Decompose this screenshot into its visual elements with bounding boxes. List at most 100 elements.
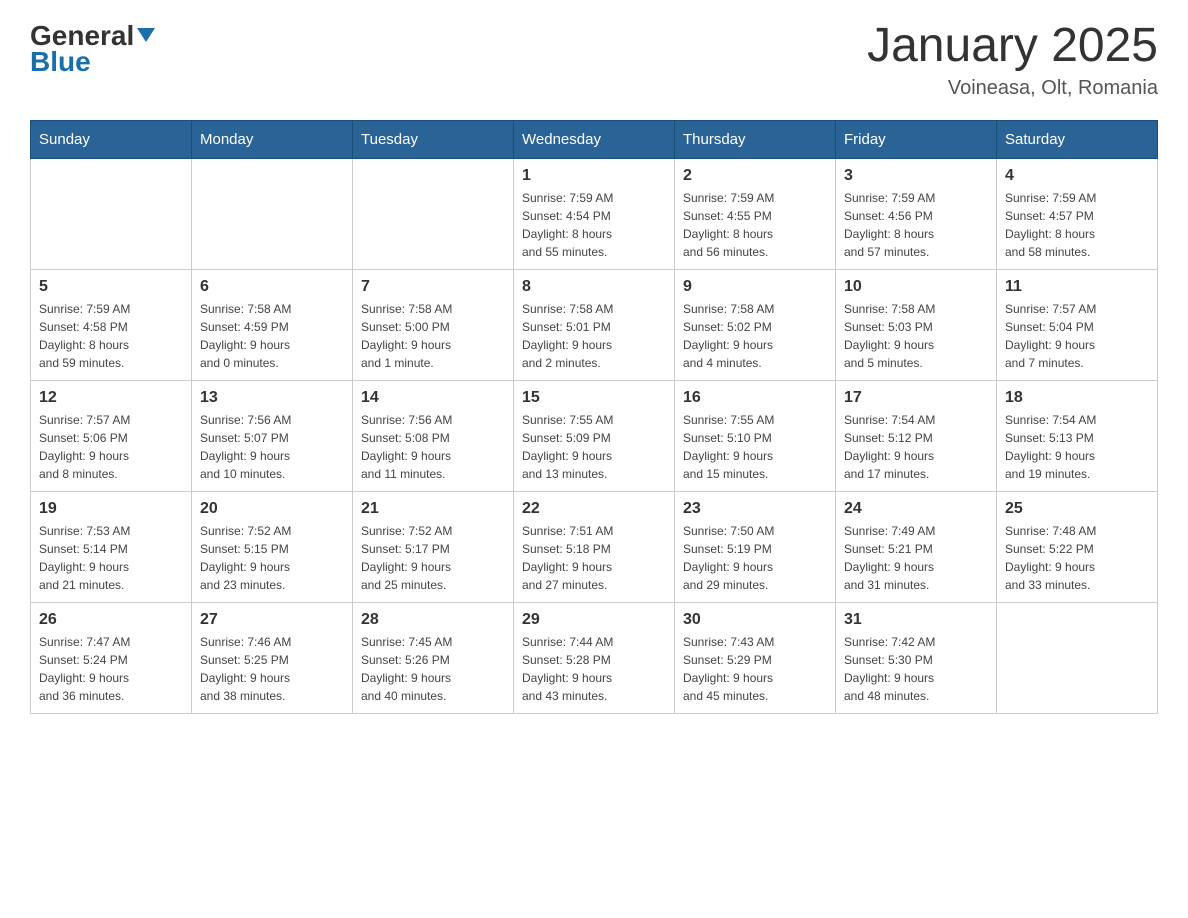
day-info: Sunrise: 7:55 AM Sunset: 5:09 PM Dayligh… <box>522 411 666 483</box>
day-number: 13 <box>200 389 344 407</box>
day-number: 23 <box>683 500 827 518</box>
table-row: 18Sunrise: 7:54 AM Sunset: 5:13 PM Dayli… <box>997 380 1158 491</box>
weekday-header-row: SundayMondayTuesdayWednesdayThursdayFrid… <box>31 120 1158 158</box>
calendar-week-2: 5 Sunrise: 7:59 AM Sunset: 4:58 PM Daylig… <box>31 269 1158 380</box>
table-row: 27 Sunrise: 7:46 AM Sunset: 5:25 PM Dayli… <box>192 602 353 713</box>
day-number: 25 <box>1005 500 1149 518</box>
day-info: Sunrise: 7:45 AM Sunset: 5:26 PM Dayligh… <box>361 633 505 705</box>
table-row: 7 Sunrise: 7:58 AM Sunset: 5:00 PM Daylig… <box>353 269 514 380</box>
title-section: January 2025 Voineasa, Olt, Romania <box>867 20 1158 100</box>
logo-triangle-icon <box>137 28 155 42</box>
day-info: Sunrise: 7:53 AM Sunset: 5:14 PM Dayligh… <box>39 522 183 594</box>
day-number: 22 <box>522 500 666 518</box>
day-info: Sunrise: 7:58 AM Sunset: 5:03 PM Dayligh… <box>844 300 988 372</box>
table-row: 9 Sunrise: 7:58 AM Sunset: 5:02 PM Daylig… <box>675 269 836 380</box>
day-number: 20 <box>200 500 344 518</box>
day-info: Sunrise: 7:59 AM Sunset: 4:54 PM Dayligh… <box>522 189 666 261</box>
page-header: General Blue January 2025 Voineasa, Olt,… <box>30 20 1158 100</box>
day-number: 1 <box>522 167 666 185</box>
day-number: 31 <box>844 611 988 629</box>
table-row: 11Sunrise: 7:57 AM Sunset: 5:04 PM Dayli… <box>997 269 1158 380</box>
table-row: 12Sunrise: 7:57 AM Sunset: 5:06 PM Dayli… <box>31 380 192 491</box>
day-info: Sunrise: 7:58 AM Sunset: 5:02 PM Dayligh… <box>683 300 827 372</box>
table-row: 8 Sunrise: 7:58 AM Sunset: 5:01 PM Daylig… <box>514 269 675 380</box>
table-row: 13 Sunrise: 7:56 AM Sunset: 5:07 PM Dayli… <box>192 380 353 491</box>
weekday-header-monday: Monday <box>192 120 353 158</box>
day-info: Sunrise: 7:57 AM Sunset: 5:06 PM Dayligh… <box>39 411 183 483</box>
table-row: 20Sunrise: 7:52 AM Sunset: 5:15 PM Dayli… <box>192 491 353 602</box>
weekday-header-friday: Friday <box>836 120 997 158</box>
table-row: 30Sunrise: 7:43 AM Sunset: 5:29 PM Dayli… <box>675 602 836 713</box>
day-number: 10 <box>844 278 988 296</box>
day-info: Sunrise: 7:51 AM Sunset: 5:18 PM Dayligh… <box>522 522 666 594</box>
day-number: 15 <box>522 389 666 407</box>
table-row: 5 Sunrise: 7:59 AM Sunset: 4:58 PM Daylig… <box>31 269 192 380</box>
day-info: Sunrise: 7:46 AM Sunset: 5:25 PM Dayligh… <box>200 633 344 705</box>
day-info: Sunrise: 7:47 AM Sunset: 5:24 PM Dayligh… <box>39 633 183 705</box>
day-info: Sunrise: 7:44 AM Sunset: 5:28 PM Dayligh… <box>522 633 666 705</box>
table-row: 31 Sunrise: 7:42 AM Sunset: 5:30 PM Dayli… <box>836 602 997 713</box>
calendar-table: SundayMondayTuesdayWednesdayThursdayFrid… <box>30 120 1158 714</box>
weekday-header-thursday: Thursday <box>675 120 836 158</box>
table-row: 28 Sunrise: 7:45 AM Sunset: 5:26 PM Dayli… <box>353 602 514 713</box>
calendar-week-1: 1 Sunrise: 7:59 AM Sunset: 4:54 PM Daylig… <box>31 158 1158 269</box>
day-number: 8 <box>522 278 666 296</box>
table-row: 6 Sunrise: 7:58 AM Sunset: 4:59 PM Daylig… <box>192 269 353 380</box>
calendar-week-5: 26 Sunrise: 7:47 AM Sunset: 5:24 PM Dayli… <box>31 602 1158 713</box>
table-row: 16 Sunrise: 7:55 AM Sunset: 5:10 PM Dayli… <box>675 380 836 491</box>
day-info: Sunrise: 7:56 AM Sunset: 5:08 PM Dayligh… <box>361 411 505 483</box>
table-row: 22 Sunrise: 7:51 AM Sunset: 5:18 PM Dayli… <box>514 491 675 602</box>
calendar-subtitle: Voineasa, Olt, Romania <box>867 77 1158 100</box>
day-number: 5 <box>39 278 183 296</box>
day-number: 28 <box>361 611 505 629</box>
day-info: Sunrise: 7:59 AM Sunset: 4:57 PM Dayligh… <box>1005 189 1149 261</box>
table-row: 4Sunrise: 7:59 AM Sunset: 4:57 PM Daylig… <box>997 158 1158 269</box>
day-info: Sunrise: 7:58 AM Sunset: 5:01 PM Dayligh… <box>522 300 666 372</box>
table-row: 19Sunrise: 7:53 AM Sunset: 5:14 PM Dayli… <box>31 491 192 602</box>
weekday-header-sunday: Sunday <box>31 120 192 158</box>
day-info: Sunrise: 7:42 AM Sunset: 5:30 PM Dayligh… <box>844 633 988 705</box>
day-number: 29 <box>522 611 666 629</box>
calendar-week-3: 12Sunrise: 7:57 AM Sunset: 5:06 PM Dayli… <box>31 380 1158 491</box>
day-number: 30 <box>683 611 827 629</box>
calendar-title: January 2025 <box>867 20 1158 73</box>
day-info: Sunrise: 7:54 AM Sunset: 5:12 PM Dayligh… <box>844 411 988 483</box>
day-number: 7 <box>361 278 505 296</box>
table-row: 2Sunrise: 7:59 AM Sunset: 4:55 PM Daylig… <box>675 158 836 269</box>
day-number: 14 <box>361 389 505 407</box>
table-row <box>353 158 514 269</box>
day-info: Sunrise: 7:59 AM Sunset: 4:56 PM Dayligh… <box>844 189 988 261</box>
table-row: 29 Sunrise: 7:44 AM Sunset: 5:28 PM Dayli… <box>514 602 675 713</box>
day-number: 11 <box>1005 278 1149 296</box>
calendar-week-4: 19Sunrise: 7:53 AM Sunset: 5:14 PM Dayli… <box>31 491 1158 602</box>
logo: General Blue <box>30 20 155 78</box>
day-number: 16 <box>683 389 827 407</box>
weekday-header-wednesday: Wednesday <box>514 120 675 158</box>
table-row: 25 Sunrise: 7:48 AM Sunset: 5:22 PM Dayli… <box>997 491 1158 602</box>
day-info: Sunrise: 7:59 AM Sunset: 4:58 PM Dayligh… <box>39 300 183 372</box>
logo-blue-text: Blue <box>30 46 155 78</box>
day-info: Sunrise: 7:56 AM Sunset: 5:07 PM Dayligh… <box>200 411 344 483</box>
day-info: Sunrise: 7:49 AM Sunset: 5:21 PM Dayligh… <box>844 522 988 594</box>
table-row <box>997 602 1158 713</box>
table-row: 23 Sunrise: 7:50 AM Sunset: 5:19 PM Dayli… <box>675 491 836 602</box>
day-number: 26 <box>39 611 183 629</box>
table-row: 17Sunrise: 7:54 AM Sunset: 5:12 PM Dayli… <box>836 380 997 491</box>
day-info: Sunrise: 7:58 AM Sunset: 5:00 PM Dayligh… <box>361 300 505 372</box>
day-info: Sunrise: 7:58 AM Sunset: 4:59 PM Dayligh… <box>200 300 344 372</box>
weekday-header-saturday: Saturday <box>997 120 1158 158</box>
day-info: Sunrise: 7:54 AM Sunset: 5:13 PM Dayligh… <box>1005 411 1149 483</box>
day-number: 6 <box>200 278 344 296</box>
table-row: 3Sunrise: 7:59 AM Sunset: 4:56 PM Daylig… <box>836 158 997 269</box>
day-number: 9 <box>683 278 827 296</box>
day-info: Sunrise: 7:48 AM Sunset: 5:22 PM Dayligh… <box>1005 522 1149 594</box>
day-number: 24 <box>844 500 988 518</box>
day-info: Sunrise: 7:50 AM Sunset: 5:19 PM Dayligh… <box>683 522 827 594</box>
table-row <box>31 158 192 269</box>
day-number: 27 <box>200 611 344 629</box>
day-info: Sunrise: 7:52 AM Sunset: 5:17 PM Dayligh… <box>361 522 505 594</box>
table-row <box>192 158 353 269</box>
calendar-body: 1 Sunrise: 7:59 AM Sunset: 4:54 PM Daylig… <box>31 158 1158 713</box>
table-row: 1 Sunrise: 7:59 AM Sunset: 4:54 PM Daylig… <box>514 158 675 269</box>
day-info: Sunrise: 7:55 AM Sunset: 5:10 PM Dayligh… <box>683 411 827 483</box>
